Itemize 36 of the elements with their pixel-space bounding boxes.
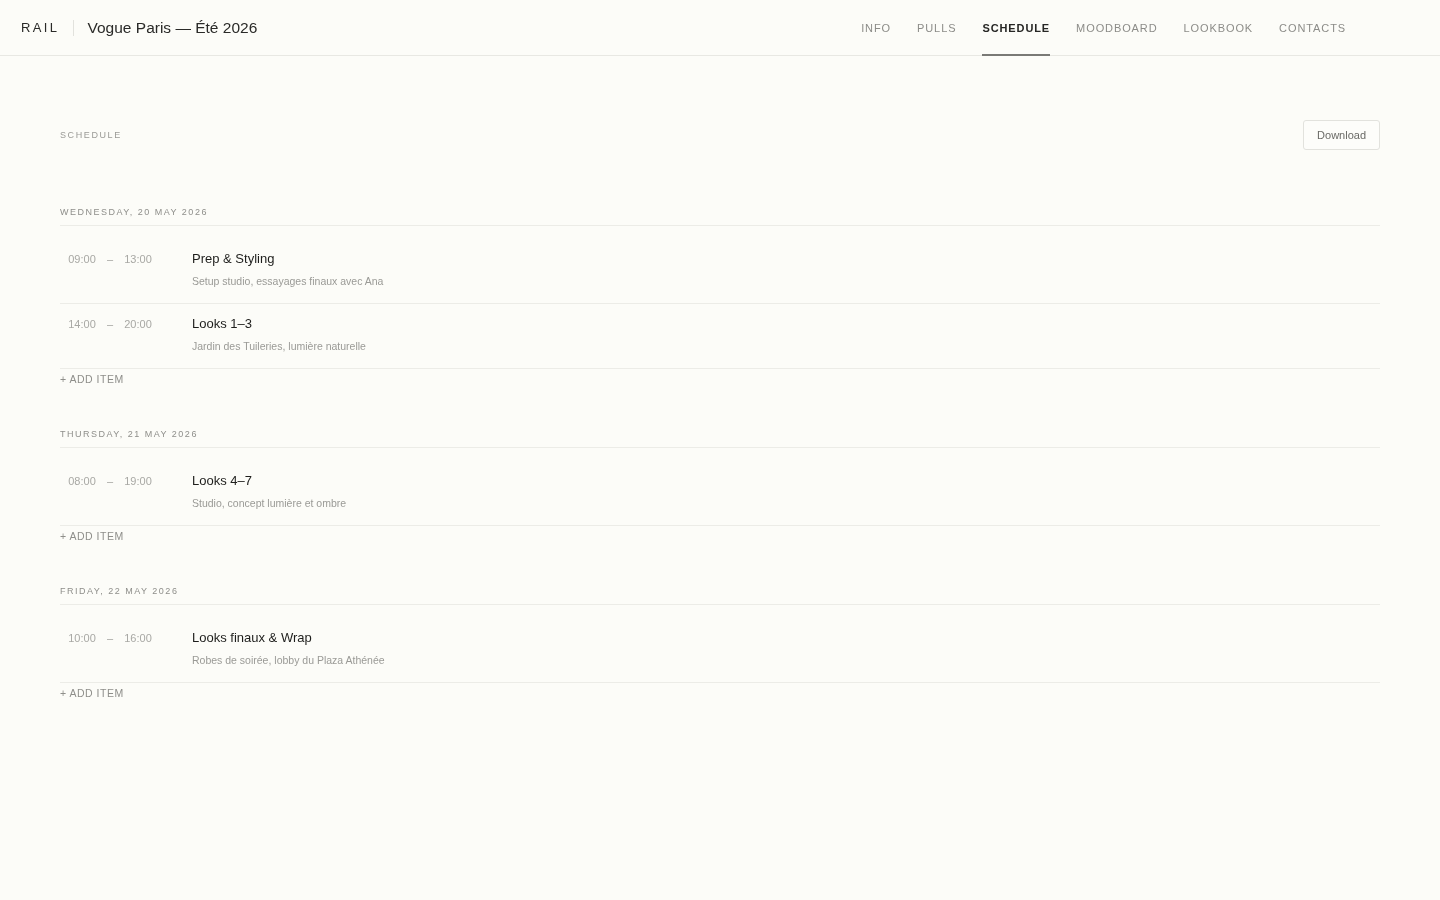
end-time: 13:00 [123, 253, 153, 265]
add-item-link[interactable]: + ADD ITEM [60, 530, 124, 542]
day-heading: WEDNESDAY, 20 MAY 2026 [60, 206, 1380, 226]
nav-tab[interactable]: MOODBOARD [1076, 0, 1158, 56]
item-note: Jardin des Tuileries, lumière naturelle [192, 339, 366, 354]
item-title: Looks 1–3 [192, 316, 253, 332]
item-title: Prep & Styling [192, 251, 276, 267]
project-title: Vogue Paris — Été 2026 [87, 18, 258, 37]
nav-tab[interactable]: INFO [861, 0, 892, 56]
nav-tab[interactable]: PULLS [917, 0, 957, 56]
start-time: 14:00 [67, 318, 97, 330]
add-item-link[interactable]: + ADD ITEM [60, 687, 124, 699]
end-time: 16:00 [123, 632, 153, 644]
add-item-link[interactable]: + ADD ITEM [60, 373, 124, 385]
item-title: Looks 4–7 [192, 473, 253, 489]
end-time: 19:00 [123, 475, 153, 487]
start-time: 09:00 [67, 253, 97, 265]
item-note: Studio, concept lumière et ombre [192, 496, 347, 511]
start-time: 08:00 [67, 475, 97, 487]
time-separator: – [105, 318, 115, 330]
time-separator: – [105, 253, 115, 265]
time-separator: – [105, 632, 115, 644]
nav-tab[interactable]: SCHEDULE [982, 0, 1051, 56]
end-time: 20:00 [123, 318, 153, 330]
item-note: Setup studio, essayages finaux avec Ana [192, 274, 384, 289]
day-heading: THURSDAY, 21 MAY 2026 [60, 428, 1380, 448]
download-button[interactable]: Download [1303, 120, 1380, 150]
day-heading: FRIDAY, 22 MAY 2026 [60, 585, 1380, 605]
nav-tab[interactable]: LOOKBOOK [1183, 0, 1254, 56]
nav-tab[interactable]: CONTACTS [1279, 0, 1346, 56]
logo: RAIL [21, 19, 74, 36]
section-label: SCHEDULE [60, 130, 122, 140]
time-separator: – [105, 475, 115, 487]
item-note: Robes de soirée, lobby du Plaza Athénée [192, 653, 385, 668]
start-time: 10:00 [67, 632, 97, 644]
item-title: Looks finaux & Wrap [192, 630, 313, 646]
